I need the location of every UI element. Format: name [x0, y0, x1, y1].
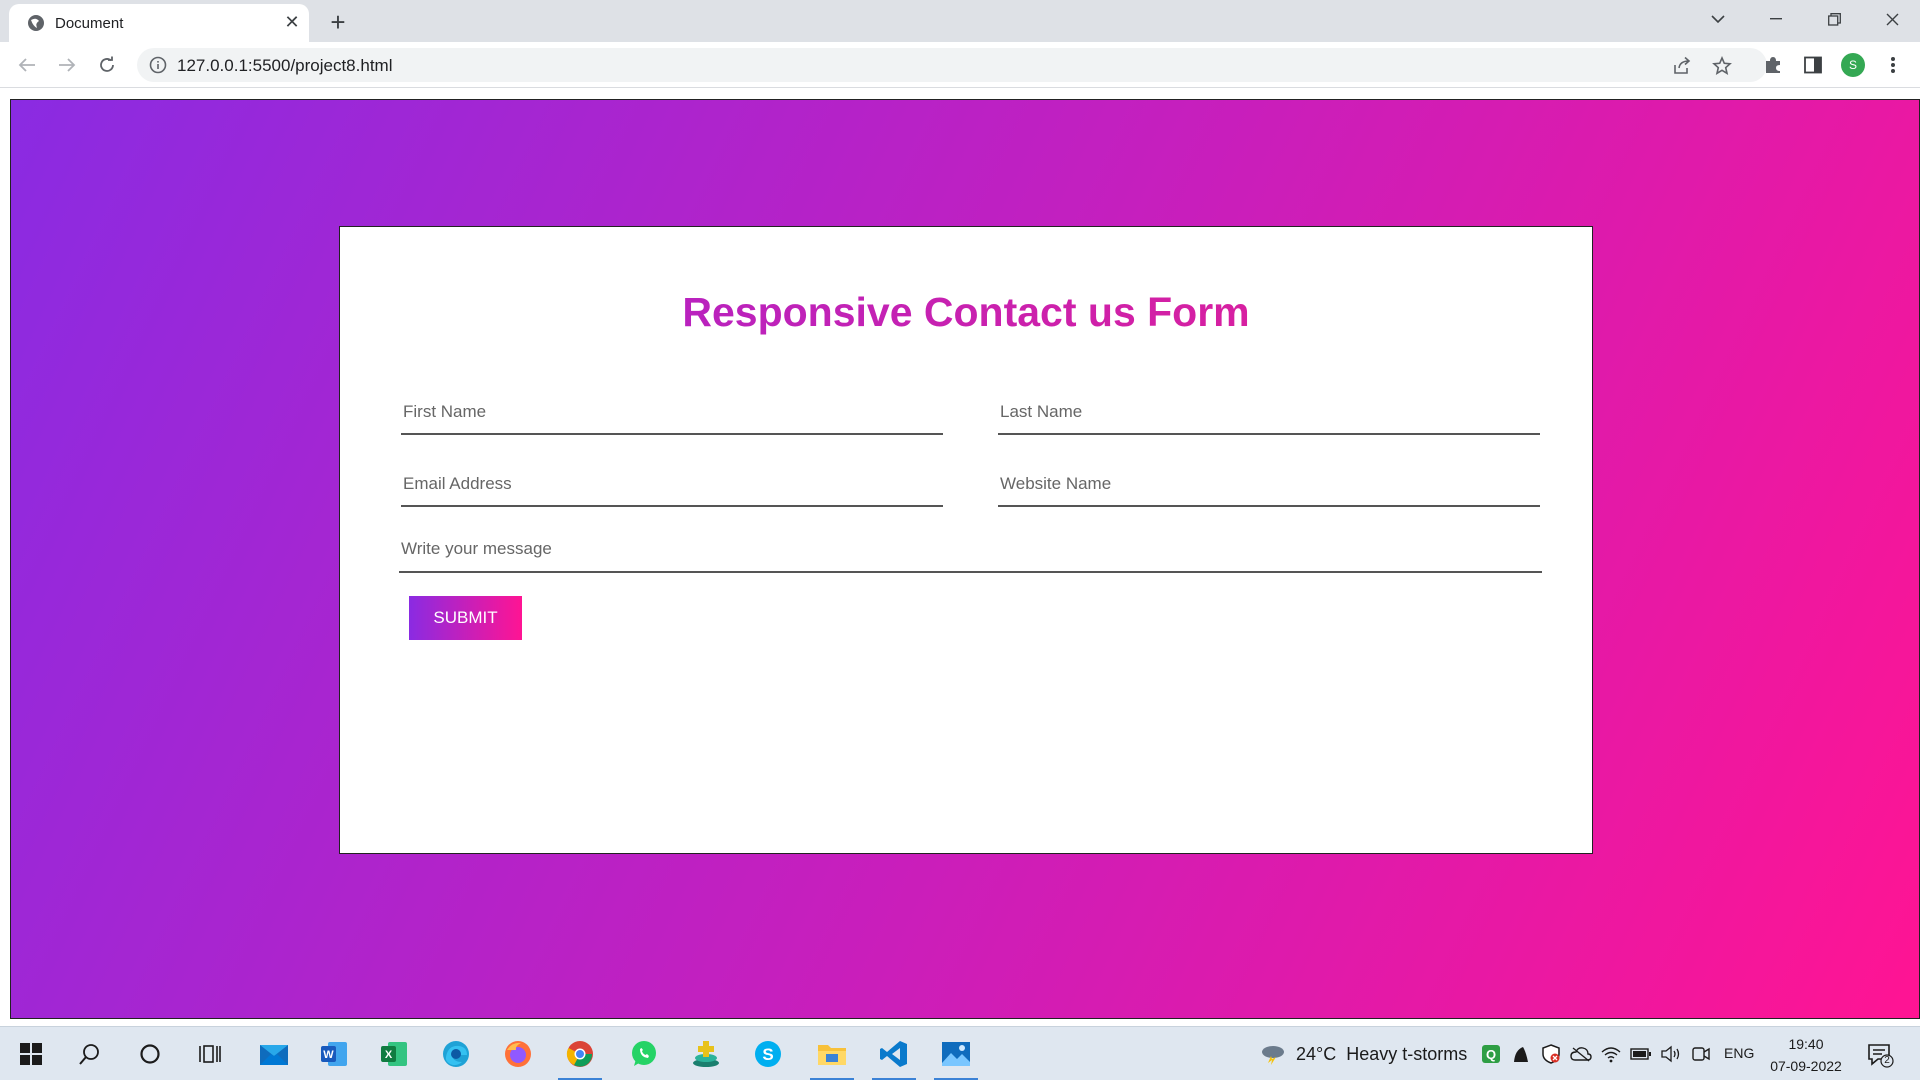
taskbar-skype[interactable]: S — [740, 1027, 796, 1080]
thunderstorm-cloud-icon — [1262, 1046, 1284, 1065]
forward-arrow-icon — [59, 58, 76, 72]
last-name-input[interactable] — [998, 391, 1540, 433]
windows-logo-icon — [20, 1043, 42, 1065]
security-shield-icon[interactable] — [1540, 1043, 1562, 1065]
search-icon — [79, 1044, 99, 1065]
reload-icon — [100, 56, 114, 72]
page-viewport: Responsive Contact us Form SUBMIT — [10, 99, 1920, 1019]
tab-search-button[interactable] — [1690, 0, 1746, 38]
minimize-button[interactable] — [1748, 0, 1804, 38]
bookmark-star-icon[interactable] — [1711, 55, 1733, 77]
message-textarea[interactable] — [399, 527, 1542, 571]
close-tab-icon[interactable]: ✕ — [280, 10, 304, 34]
svg-text:W: W — [323, 1049, 334, 1061]
input-language[interactable]: ENG — [1724, 1045, 1754, 1061]
volume-icon[interactable] — [1660, 1043, 1682, 1065]
svg-text:Q: Q — [1486, 1047, 1496, 1062]
first-name-field[interactable] — [401, 391, 943, 435]
taskbar-chrome[interactable] — [552, 1027, 608, 1080]
back-button[interactable] — [12, 50, 42, 80]
taskbar-mail[interactable] — [246, 1027, 302, 1080]
chrome-icon — [566, 1041, 593, 1067]
quick-heal-tray-icon[interactable]: Q — [1480, 1043, 1502, 1065]
restore-button[interactable] — [1806, 0, 1862, 38]
tab-title: Document — [55, 15, 124, 32]
browser-tab-strip: Document ✕ + — [0, 0, 1920, 42]
side-panel-icon[interactable] — [1801, 53, 1825, 77]
notification-center-button[interactable]: 2 — [1866, 1041, 1894, 1069]
kebab-menu-icon[interactable] — [1881, 53, 1905, 77]
taskbar-vscode[interactable] — [866, 1027, 922, 1080]
taskbar-photos[interactable] — [928, 1027, 984, 1080]
message-field[interactable] — [399, 527, 1542, 573]
email-input[interactable] — [401, 463, 943, 505]
close-window-button[interactable] — [1864, 0, 1920, 38]
whatsapp-icon — [632, 1041, 656, 1066]
skype-icon: S — [755, 1041, 781, 1067]
svg-text:S: S — [762, 1045, 773, 1064]
taskbar-search-button[interactable] — [62, 1027, 118, 1080]
task-view-button[interactable] — [182, 1027, 238, 1080]
task-view-icon — [199, 1045, 221, 1063]
browser-toolbar: 127.0.0.1:5500/project8.html S — [0, 42, 1920, 88]
taskbar-edge[interactable] — [428, 1027, 484, 1080]
site-info-icon[interactable] — [149, 56, 167, 74]
excel-icon: X — [381, 1042, 407, 1066]
close-icon — [1886, 13, 1898, 25]
windows-taskbar: W X S 24°C Heavy t-storms Q ENG 19:40 07… — [0, 1026, 1920, 1080]
submit-button[interactable]: SUBMIT — [409, 596, 522, 640]
clock-date: 07-09-2022 — [1770, 1058, 1842, 1074]
forward-button[interactable] — [52, 50, 82, 80]
cortana-button[interactable] — [122, 1027, 178, 1080]
taskbar-excel[interactable]: X — [366, 1027, 422, 1080]
address-bar[interactable]: 127.0.0.1:5500/project8.html — [137, 48, 1767, 82]
system-clock[interactable]: 19:40 07-09-2022 — [1764, 1033, 1848, 1077]
restore-icon — [1827, 12, 1841, 26]
last-name-field[interactable] — [998, 391, 1540, 435]
taskbar-file-explorer[interactable] — [804, 1027, 860, 1080]
battery-icon[interactable] — [1630, 1043, 1652, 1065]
svg-text:X: X — [385, 1049, 393, 1061]
onedrive-cloud-icon[interactable] — [1570, 1043, 1592, 1065]
app-stack-icon — [693, 1041, 719, 1067]
windows-start-button[interactable] — [3, 1027, 59, 1080]
chevron-down-icon — [1711, 14, 1725, 23]
contact-form-card: Responsive Contact us Form SUBMIT — [339, 226, 1593, 854]
browser-tab[interactable]: Document ✕ — [9, 4, 309, 42]
new-tab-button[interactable]: + — [322, 8, 354, 36]
taskbar-whatsapp[interactable] — [616, 1027, 672, 1080]
taskbar-word[interactable]: W — [306, 1027, 362, 1080]
reload-button[interactable] — [92, 50, 122, 80]
url-text[interactable]: 127.0.0.1:5500/project8.html — [177, 56, 392, 76]
form-title: Responsive Contact us Form — [340, 289, 1592, 336]
taskbar-app[interactable] — [678, 1027, 734, 1080]
profile-avatar[interactable]: S — [1841, 53, 1865, 77]
taskbar-firefox[interactable] — [490, 1027, 546, 1080]
website-field[interactable] — [998, 463, 1540, 507]
website-input[interactable] — [998, 463, 1540, 505]
mail-icon — [260, 1045, 288, 1065]
weather-widget[interactable]: 24°C Heavy t-storms — [1260, 1039, 1467, 1069]
wifi-icon[interactable] — [1600, 1043, 1622, 1065]
extensions-puzzle-icon[interactable] — [1761, 53, 1785, 77]
firefox-icon — [505, 1041, 531, 1067]
globe-icon — [27, 14, 45, 32]
weather-condition: Heavy t-storms — [1346, 1043, 1468, 1064]
notification-count: 2 — [1884, 1055, 1890, 1066]
back-arrow-icon — [18, 58, 35, 72]
email-field[interactable] — [401, 463, 943, 507]
share-icon[interactable] — [1671, 55, 1693, 77]
tray-app-icon[interactable] — [1510, 1043, 1532, 1065]
word-icon: W — [321, 1042, 347, 1066]
photos-icon — [942, 1042, 970, 1066]
folder-icon — [818, 1045, 846, 1065]
clock-time: 19:40 — [1788, 1036, 1824, 1052]
edge-icon — [443, 1041, 469, 1067]
weather-temperature: 24°C — [1296, 1043, 1337, 1064]
meet-now-icon[interactable] — [1690, 1043, 1712, 1065]
cortana-circle-icon — [140, 1044, 160, 1064]
minimize-icon — [1770, 18, 1782, 20]
vscode-icon — [880, 1041, 907, 1067]
first-name-input[interactable] — [401, 391, 943, 433]
